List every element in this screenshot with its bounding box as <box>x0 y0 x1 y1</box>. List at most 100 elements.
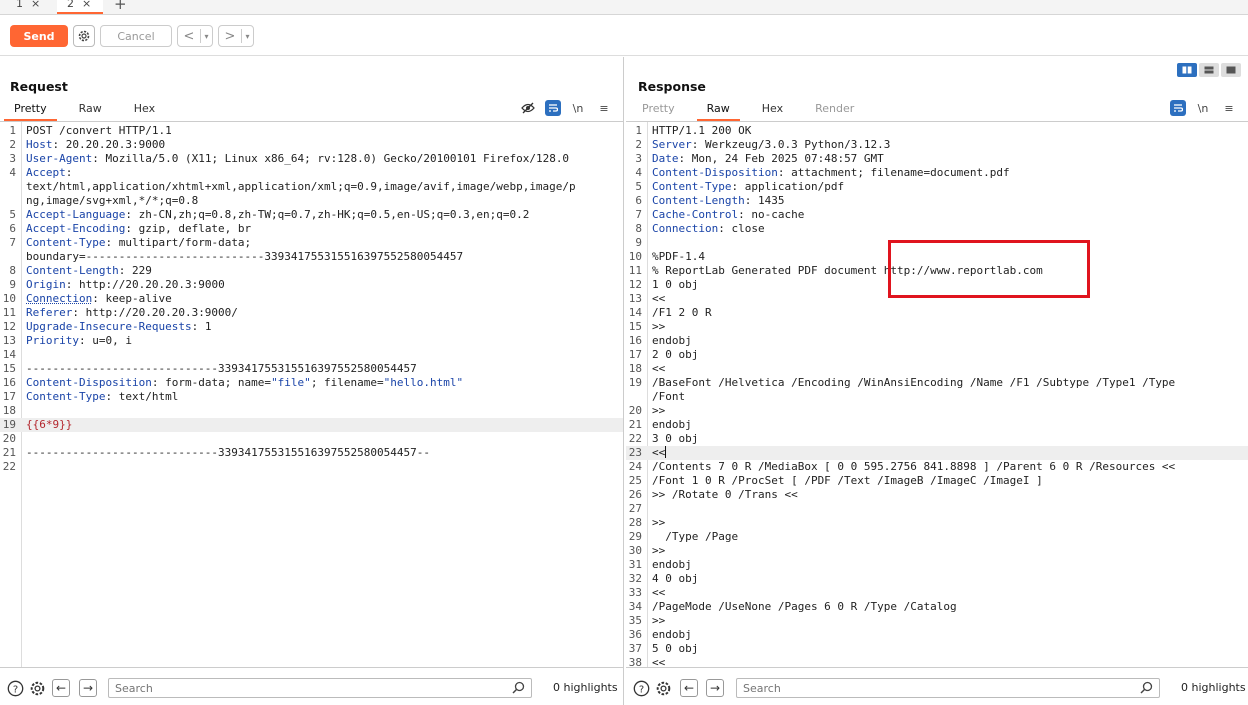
code-line: 15 -----------------------------339341755… <box>0 362 623 376</box>
line-content: endobj <box>652 418 692 432</box>
header-value: : application/pdf <box>731 180 845 193</box>
line-number: 27 <box>628 502 642 515</box>
code-line: 35 >> <box>626 614 1248 628</box>
tab-pretty[interactable]: Pretty <box>632 101 685 121</box>
menu-icon[interactable]: ≡ <box>1220 99 1238 117</box>
add-tab-icon[interactable]: + <box>114 0 127 14</box>
wrap-icon[interactable] <box>545 100 561 116</box>
menu-icon[interactable]: ≡ <box>595 99 613 117</box>
line-content: Content-Type: multipart/form-data; <box>26 236 251 250</box>
line-number: 4 <box>9 166 16 179</box>
help-icon[interactable]: ? <box>6 679 24 697</box>
request-editor[interactable]: 1 POST /convert HTTP/1.1 2 Host: 20.20.20.3… <box>0 121 623 667</box>
response-editor[interactable]: 1 HTTP/1.1 200 OK 2 Server: Werkzeug/3.0.3 … <box>626 121 1248 667</box>
single-pane-icon[interactable] <box>1221 63 1241 77</box>
code-line: ng,image/svg+xml,*/*;q=0.8 <box>0 194 623 208</box>
header-name: Content-Type <box>652 180 732 193</box>
line-content: Referer: http://20.20.20.3:9000/ <box>26 306 238 320</box>
line-content: >> <box>652 320 665 334</box>
line-number: 25 <box>628 474 642 487</box>
header-value: : 229 <box>118 264 152 277</box>
header-value: : gzip, deflate, br <box>125 222 252 235</box>
gear-icon[interactable] <box>654 679 672 697</box>
svg-text:?: ? <box>638 684 643 695</box>
chevron-down-icon[interactable]: ▾ <box>201 32 212 41</box>
history-forward-button[interactable]: > ▾ <box>218 25 254 47</box>
chevron-left-icon: < <box>183 28 195 44</box>
line-content: /PageMode /UseNone /Pages 6 0 R /Type /C… <box>652 600 957 614</box>
line-text: 3 0 obj <box>652 432 699 445</box>
code-line: 3 User-Agent: Mozilla/5.0 (X11; Linux x86… <box>0 152 623 166</box>
code-line: 6 Accept-Encoding: gzip, deflate, br <box>0 222 623 236</box>
line-text: ng,image/svg+xml,*/*;q=0.8 <box>26 194 199 207</box>
code-line: 19/BaseFont /Helvetica /Encoding /WinAns… <box>626 376 1248 390</box>
line-number: 22 <box>628 432 642 445</box>
header-value: : no-cache <box>738 208 805 221</box>
code-line: 10 Connection: keep-alive <box>0 292 623 306</box>
history-back-button[interactable]: < ▾ <box>177 25 213 47</box>
code-line: 22 3 0 obj <box>626 432 1248 446</box>
arrow-left-icon[interactable]: ← <box>680 679 698 697</box>
help-icon[interactable]: ? <box>632 679 650 697</box>
line-content: /Contents 7 0 R /MediaBox [ 0 0 595.2756… <box>652 460 1175 474</box>
tab-hex[interactable]: Hex <box>752 101 793 121</box>
wrap-icon[interactable] <box>1170 100 1186 116</box>
code-line: /Font <box>626 390 1248 404</box>
tab-render[interactable]: Render <box>805 101 864 121</box>
line-content: Accept: <box>26 166 72 180</box>
code-line: 31 endobj <box>626 558 1248 572</box>
code-line: 23 << <box>626 446 1248 460</box>
line-number: 24 <box>628 460 642 473</box>
header-name: Connection <box>26 292 93 305</box>
line-number: 2 <box>635 138 642 151</box>
search-input[interactable] <box>109 679 489 697</box>
tab-hex[interactable]: Hex <box>124 101 165 121</box>
code-line: 14 <box>0 348 623 362</box>
code-line: 22 <box>0 460 623 474</box>
line-content: Host: 20.20.20.3:9000 <box>26 138 165 152</box>
code-line: 18 << <box>626 362 1248 376</box>
code-line: 18 <box>0 404 623 418</box>
header-name: Priority <box>26 334 79 347</box>
line-number: 5 <box>9 208 16 221</box>
split-columns-icon[interactable] <box>1177 63 1197 77</box>
code-line: 13 Priority: u=0, i <box>0 334 623 348</box>
arrow-left-icon[interactable]: ← <box>52 679 70 697</box>
tab-1[interactable]: 1 × <box>10 0 44 14</box>
repeater-tab-strip: 1 × 2 × + <box>0 0 1248 15</box>
line-number: 3 <box>635 152 642 165</box>
request-footer: ? ← → 0 highlights <box>0 667 623 705</box>
line-number: 13 <box>2 334 16 347</box>
line-number: 21 <box>628 418 642 431</box>
line-text: 5 0 obj <box>652 642 699 655</box>
line-number: 7 <box>9 236 16 249</box>
code-line: 34/PageMode /UseNone /Pages 6 0 R /Type … <box>626 600 1248 614</box>
code-line: text/html,application/xhtml+xml,applicat… <box>0 180 623 194</box>
chevron-down-icon[interactable]: ▾ <box>242 32 253 41</box>
header-value: : form-data; name= <box>151 376 272 389</box>
code-line: 4 Accept: <box>0 166 623 180</box>
line-number: 2 <box>9 138 16 151</box>
tab-raw[interactable]: Raw <box>69 101 112 121</box>
search-input[interactable] <box>737 679 1117 697</box>
close-icon[interactable]: × <box>82 0 91 10</box>
newline-icon[interactable]: \n <box>569 99 587 117</box>
send-button[interactable]: Send <box>10 25 68 47</box>
close-icon[interactable]: × <box>31 0 40 10</box>
arrow-right-icon[interactable]: → <box>79 679 97 697</box>
gear-icon[interactable] <box>73 25 95 47</box>
header-value: : close <box>718 222 765 235</box>
tab-pretty[interactable]: Pretty <box>4 101 57 121</box>
line-content: >> /Rotate 0 /Trans << <box>652 488 798 502</box>
gear-icon[interactable] <box>28 679 46 697</box>
arrow-right-icon[interactable]: → <box>706 679 724 697</box>
line-text: << <box>652 656 666 667</box>
split-rows-icon[interactable] <box>1199 63 1219 77</box>
newline-icon[interactable]: \n <box>1194 99 1212 117</box>
tab-2[interactable]: 2 × <box>57 0 103 14</box>
tab-raw[interactable]: Raw <box>696 101 740 121</box>
line-number: 15 <box>2 362 16 375</box>
cancel-button[interactable]: Cancel <box>100 25 172 47</box>
header-name: Accept-Encoding <box>26 222 126 235</box>
eye-slash-icon[interactable] <box>519 99 537 117</box>
